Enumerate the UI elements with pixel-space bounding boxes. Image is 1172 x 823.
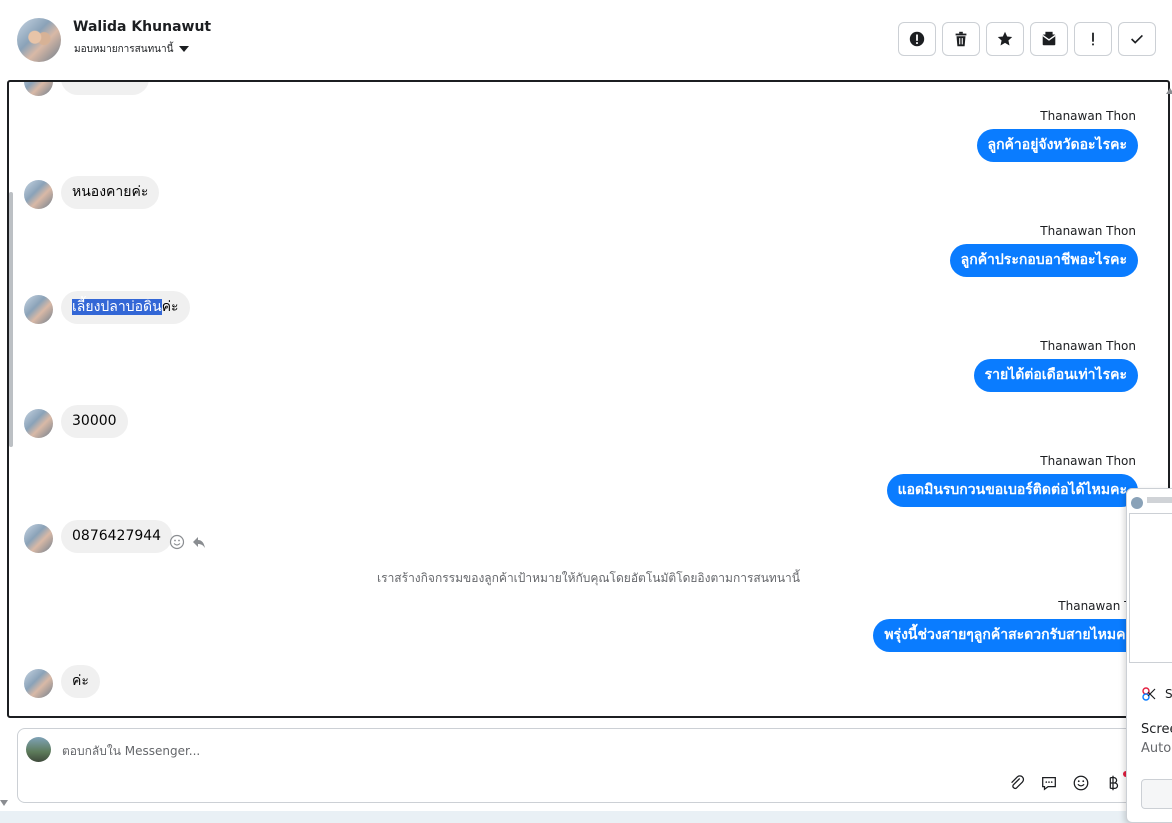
conversation-window: Walida Khunawut มอบหมายการสนทนานี้ Thana… [0, 0, 1172, 823]
mark-spam-button[interactable] [898, 22, 936, 56]
scroll-down-arrow-icon[interactable] [0, 800, 8, 806]
mini-avatar [1131, 497, 1143, 509]
screenshot-thumbnail[interactable] [1129, 513, 1172, 663]
sender-name: Thanawan Thon [1040, 109, 1136, 123]
sender-name: Thanawan Thon [1040, 454, 1136, 468]
popup-app-label: S [1165, 687, 1172, 701]
mark-unread-icon [1042, 31, 1056, 46]
thread-scrollbar[interactable] [9, 192, 13, 447]
contact-avatar-small [24, 669, 53, 698]
star-button[interactable] [986, 22, 1024, 56]
assign-conversation-dropdown[interactable]: มอบหมายการสนทนานี้ [74, 42, 190, 57]
assign-label: มอบหมายการสนทนานี้ [74, 44, 174, 55]
contact-avatar-small [24, 295, 53, 324]
baht-payment-icon[interactable] [1104, 774, 1122, 792]
popup-subtitle: Auto [1141, 741, 1172, 756]
incoming-bubble-partial [61, 82, 149, 95]
mini-preview-text [1147, 497, 1172, 503]
system-note: เราสร้างกิจกรรมของลูกค้าเป้าหมายให้กับคุ… [377, 571, 800, 585]
check-icon [1131, 34, 1143, 44]
incoming-message[interactable]: ค่ะ [61, 665, 100, 698]
alert-circle-icon [909, 31, 925, 47]
outgoing-message[interactable]: พรุ่งนี้ช่วงสายๆลูกค้าสะดวกรับสายไหมคะ [873, 619, 1144, 652]
incoming-message[interactable]: 30000 [61, 405, 128, 438]
message-thread[interactable]: Thanawan Thon ลูกค้าอยู่จังหวัดอะไรคะ หน… [7, 80, 1170, 718]
attachment-icon[interactable] [1008, 774, 1026, 792]
selected-text: เลี้ยงปลาบ่อดิน [72, 299, 162, 315]
reply-icon[interactable] [191, 534, 207, 550]
mark-done-button[interactable] [1118, 22, 1156, 56]
popup-title: Scree [1141, 722, 1172, 737]
trash-icon [955, 31, 967, 47]
scroll-up-arrow-icon[interactable] [1166, 88, 1172, 94]
exclamation-icon [1092, 32, 1094, 46]
conversation-header: Walida Khunawut มอบหมายการสนทนานี้ [0, 0, 1172, 80]
star-icon [997, 31, 1013, 46]
emoji-icon[interactable] [1072, 774, 1090, 792]
mark-unread-button[interactable] [1030, 22, 1068, 56]
caret-down-icon [179, 46, 190, 52]
outgoing-message[interactable]: ลูกค้าประกอบอาชีพอะไรคะ [949, 244, 1138, 277]
outgoing-message[interactable]: ลูกค้าอยู่จังหวัดอะไรคะ [976, 129, 1138, 162]
conversation-toolbar [898, 22, 1156, 56]
incoming-message[interactable]: หนองคายค่ะ [61, 176, 160, 209]
outgoing-message[interactable]: แอดมินรบกวนขอเบอร์ติดต่อได้ไหมคะ [886, 474, 1138, 507]
sender-name: Thanawan Thon [1040, 339, 1136, 353]
saved-replies-icon[interactable] [1040, 774, 1058, 792]
page-avatar [26, 737, 51, 762]
message-text: ค่ะ [161, 299, 179, 315]
snipping-tool-icon [1142, 687, 1156, 701]
outgoing-message[interactable]: รายได้ต่อเดือนเท่าไรคะ [973, 359, 1138, 392]
incoming-message[interactable]: 0876427944 [61, 520, 173, 553]
bottom-strip [0, 811, 1172, 823]
contact-avatar-small [24, 82, 53, 96]
follow-up-button[interactable] [1074, 22, 1112, 56]
contact-avatar[interactable] [17, 18, 61, 62]
screenshot-notification-popup[interactable]: S Scree Auto [1126, 488, 1172, 823]
popup-action-button[interactable] [1141, 779, 1172, 809]
delete-button[interactable] [942, 22, 980, 56]
reply-input[interactable]: ตอบกลับใน Messenger... [62, 742, 200, 761]
contact-avatar-small [24, 409, 53, 438]
composer-tools [1008, 774, 1122, 792]
smiley-react-icon[interactable] [169, 534, 185, 550]
incoming-message[interactable]: เลี้ยงปลาบ่อดินค่ะ [61, 291, 190, 324]
contact-name[interactable]: Walida Khunawut [73, 19, 211, 35]
sender-name: Thanawan Thon [1040, 224, 1136, 238]
contact-avatar-small [24, 524, 53, 553]
reply-composer[interactable]: ตอบกลับใน Messenger... [17, 728, 1137, 803]
contact-avatar-small [24, 180, 53, 209]
